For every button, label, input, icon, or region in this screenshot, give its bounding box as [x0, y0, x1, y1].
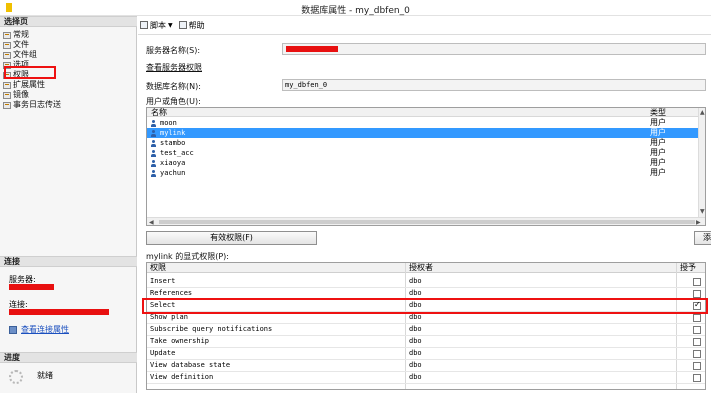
- title-bar: 数据库属性 - my_dbfen_0: [0, 0, 711, 16]
- column-header-permission[interactable]: 权限: [150, 263, 166, 273]
- help-button[interactable]: 帮助: [178, 20, 205, 31]
- grant-checkbox[interactable]: [693, 338, 701, 346]
- script-icon: [140, 21, 148, 29]
- permission-row[interactable]: Take ownership dbo: [147, 336, 705, 348]
- select-page-header: 选择页: [0, 16, 137, 27]
- toolbar-divider: [138, 34, 711, 35]
- users-roles-grid: 名称 类型 moon 用户 mylink 用户 stambo 用户 test_a…: [146, 107, 706, 226]
- connection-redaction: [9, 309, 109, 315]
- page-icon: [3, 101, 11, 109]
- user-icon: [150, 150, 157, 157]
- add-button[interactable]: 添: [694, 231, 711, 245]
- users-grid-header: 名称 类型: [147, 108, 705, 117]
- nav-item-files[interactable]: 文件: [3, 39, 61, 49]
- nav-item-log-shipping[interactable]: 事务日志传送: [3, 99, 61, 109]
- grant-checkbox[interactable]: [693, 374, 701, 382]
- scroll-up-icon[interactable]: ▲: [700, 109, 705, 116]
- page-icon: [3, 41, 11, 49]
- chevron-down-icon[interactable]: ▼: [168, 22, 173, 29]
- grant-checkbox[interactable]: [693, 314, 701, 322]
- explicit-permissions-label: mylink 的显式权限(P):: [146, 252, 229, 261]
- user-row[interactable]: stambo 用户: [147, 138, 705, 148]
- permission-row[interactable]: Subscribe query notifications dbo: [147, 324, 705, 336]
- users-vertical-scrollbar[interactable]: ▲ ▼: [698, 108, 705, 217]
- column-header-grantor[interactable]: 授权者: [409, 263, 433, 273]
- grant-checkbox[interactable]: [693, 290, 701, 298]
- explicit-permissions-grid: 权限 授权者 授予 Insert dbo References dbo Sele…: [146, 262, 706, 390]
- column-header-grant[interactable]: 授予: [680, 263, 696, 273]
- user-row[interactable]: yachun 用户: [147, 168, 705, 178]
- database-name-field: my_dbfen_0: [282, 79, 706, 91]
- grant-checkbox[interactable]: [693, 326, 701, 334]
- server-name-field: [282, 43, 706, 55]
- grant-checkbox[interactable]: [693, 350, 701, 358]
- user-icon: [150, 160, 157, 167]
- server-redaction: [9, 284, 54, 290]
- nav-item-mirroring[interactable]: 镜像: [3, 89, 61, 99]
- effective-permissions-button[interactable]: 有效权限(F): [146, 231, 317, 245]
- help-icon: [178, 21, 187, 29]
- progress-status: 就绪: [37, 371, 53, 380]
- permission-row[interactable]: Insert dbo: [147, 276, 705, 288]
- user-row[interactable]: xiaoya 用户: [147, 158, 705, 168]
- page-icon: [3, 51, 11, 59]
- user-icon: [150, 170, 157, 177]
- user-row[interactable]: test_acc 用户: [147, 148, 705, 158]
- toolbar: 脚本 ▼ 帮助: [140, 18, 205, 32]
- user-row[interactable]: moon 用户: [147, 118, 705, 128]
- nav-item-filegroups[interactable]: 文件组: [3, 49, 61, 59]
- properties-icon: [9, 325, 17, 334]
- database-name-label: 数据库名称(N):: [146, 82, 201, 91]
- grant-checkbox[interactable]: [693, 362, 701, 370]
- view-connection-properties[interactable]: 查看连接属性: [9, 324, 69, 335]
- server-name-label: 服务器名称(S):: [146, 46, 201, 55]
- permission-row[interactable]: View database state dbo: [147, 360, 705, 372]
- scroll-left-icon[interactable]: ◀: [149, 219, 154, 225]
- users-hscroll-thumb[interactable]: [159, 220, 695, 224]
- page-icon: [3, 91, 11, 99]
- permissions-highlight-box: [4, 66, 56, 79]
- column-header-name[interactable]: 名称: [151, 108, 167, 117]
- view-server-permissions-link[interactable]: 查看服务器权限: [146, 62, 202, 73]
- users-roles-label: 用户或角色(U):: [146, 97, 201, 106]
- permissions-grid-header: 权限 授权者 授予: [147, 263, 705, 273]
- permission-row[interactable]: Update dbo: [147, 348, 705, 360]
- users-horizontal-scrollbar[interactable]: ◀ ▶: [147, 217, 705, 225]
- permission-row[interactable]: View definition dbo: [147, 372, 705, 384]
- progress-spinner-icon: [9, 370, 23, 384]
- select-row-highlight-box: [142, 298, 708, 314]
- user-icon: [150, 140, 157, 147]
- column-header-type[interactable]: 类型: [650, 108, 666, 117]
- nav-item-general[interactable]: 常规: [3, 29, 61, 39]
- scroll-down-icon[interactable]: ▼: [700, 208, 705, 215]
- user-icon: [150, 120, 157, 127]
- page-icon: [3, 31, 11, 39]
- server-name-redaction: [286, 46, 338, 52]
- nav-item-extended-properties[interactable]: 扩展属性: [3, 79, 61, 89]
- window-title: 数据库属性 - my_dbfen_0: [301, 6, 410, 16]
- user-row-selected[interactable]: mylink 用户: [147, 128, 705, 138]
- connection-header: 连接: [0, 256, 137, 267]
- left-pane: 选择页 常规 文件 文件组 选项 权限 扩展属性 镜像 事务日志传送 连接 服务…: [0, 16, 137, 393]
- progress-header: 进度: [0, 352, 137, 363]
- page-icon: [3, 81, 11, 89]
- user-icon: [150, 130, 157, 137]
- script-button[interactable]: 脚本 ▼: [140, 20, 173, 31]
- scroll-right-icon[interactable]: ▶: [696, 219, 701, 225]
- grant-checkbox[interactable]: [693, 278, 701, 286]
